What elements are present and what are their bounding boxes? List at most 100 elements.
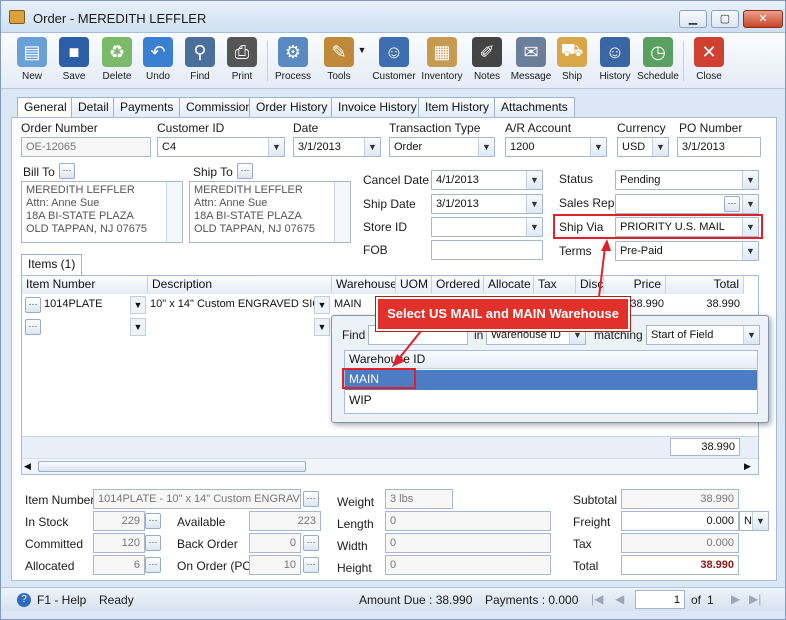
chevron-down-icon[interactable]: ▼ [268, 138, 284, 156]
chevron-down-icon[interactable]: ▼ [742, 242, 758, 260]
first-page-icon[interactable]: |◀ [591, 592, 603, 606]
allocated-lookup-button[interactable]: ··· [145, 557, 161, 573]
tab-order-history[interactable]: Order History [249, 97, 335, 117]
col-disc[interactable]: Disc [576, 276, 604, 294]
schedule-button[interactable]: ◷ Schedule [637, 37, 679, 82]
col-ordered[interactable]: Ordered [432, 276, 484, 294]
new-row-lookup-button[interactable]: ··· [25, 319, 41, 335]
tab-item-history[interactable]: Item History [418, 97, 497, 117]
minimize-button[interactable]: ▁ [679, 10, 707, 28]
currency-field[interactable]: USD ▼ [617, 137, 669, 157]
list-item-wip[interactable]: WIP [345, 391, 757, 411]
tab-attachments[interactable]: Attachments [494, 97, 575, 117]
tab-general[interactable]: General [17, 97, 74, 118]
customer-button[interactable]: ☺ Customer [371, 37, 417, 82]
transaction-type-select[interactable]: Order ▼ [389, 137, 495, 157]
chevron-down-icon[interactable]: ▼ [526, 218, 542, 236]
new-button[interactable]: ▤ New [13, 37, 51, 82]
inventory-button[interactable]: ▦ Inventory [419, 37, 465, 82]
po-number-field[interactable]: 3/1/2013 [677, 137, 761, 157]
delete-button[interactable]: ♻ Delete [97, 37, 137, 82]
page-number-input[interactable]: 1 [635, 590, 685, 609]
ship-date-field[interactable]: 3/1/2013 ▼ [431, 194, 543, 214]
chevron-down-icon[interactable]: ▼ [478, 138, 494, 156]
row-description[interactable]: 10" x 14" Custom ENGRAVED SIG [150, 295, 314, 315]
scroll-thumb[interactable] [38, 461, 306, 472]
close-window-button[interactable]: ✕ [743, 10, 783, 28]
help-icon[interactable]: ? [17, 593, 31, 607]
col-description[interactable]: Description [148, 276, 332, 294]
chevron-down-icon[interactable]: ▼ [526, 195, 542, 213]
tools-button[interactable]: ✎ Tools [317, 37, 361, 82]
on-order-lookup-button[interactable]: ··· [303, 557, 319, 573]
col-uom[interactable]: UOM [396, 276, 432, 294]
in-stock-lookup-button[interactable]: ··· [145, 513, 161, 529]
undo-button[interactable]: ↶ Undo [139, 37, 177, 82]
process-button[interactable]: ⚙ Process [273, 37, 313, 82]
cancel-date-field[interactable]: 4/1/2013 ▼ [431, 170, 543, 190]
terms-select[interactable]: Pre-Paid ▼ [615, 241, 759, 261]
prev-page-icon[interactable]: ◀ [615, 592, 624, 606]
help-link[interactable]: F1 - Help [37, 593, 86, 607]
scrollbar[interactable]: ◀ ▶ [22, 458, 758, 474]
order-number-field[interactable]: OE-12065 [21, 137, 151, 157]
chevron-down-icon[interactable]: ▼ [364, 138, 380, 156]
freight-value[interactable]: 0.000 [621, 511, 739, 531]
fob-field[interactable] [431, 240, 543, 260]
back-order-lookup-button[interactable]: ··· [303, 535, 319, 551]
sales-rep-field[interactable]: ▼ ··· [615, 194, 759, 214]
bill-to-lookup-button[interactable]: ··· [59, 163, 75, 179]
tab-invoice-history[interactable]: Invoice History [331, 97, 424, 117]
chevron-down-icon[interactable]: ▼ [526, 171, 542, 189]
matching-select[interactable]: Start of Field ▼ [646, 325, 760, 345]
print-button[interactable]: ⎙ Print [223, 37, 261, 82]
item-number-lookup-button[interactable]: ··· [303, 491, 319, 507]
col-price[interactable]: Price [604, 276, 666, 294]
chevron-down-icon[interactable]: ▼ [743, 326, 759, 344]
sales-rep-lookup-button[interactable]: ··· [724, 196, 740, 212]
chevron-down-icon[interactable]: ▼ [752, 512, 768, 530]
scrollbar[interactable] [334, 182, 350, 242]
committed-lookup-button[interactable]: ··· [145, 535, 161, 551]
save-button[interactable]: ■ Save [55, 37, 93, 82]
scroll-left-icon[interactable]: ◀ [24, 461, 31, 472]
chevron-down-icon[interactable]: ▼ [130, 318, 146, 336]
history-button[interactable]: ☺ History [595, 37, 635, 82]
col-warehouse-id[interactable]: Warehouse ID [345, 351, 757, 369]
ship-to-lookup-button[interactable]: ··· [237, 163, 253, 179]
bill-to-address[interactable]: MEREDITH LEFFLER Attn: Anne Sue 18A BI-STA… [21, 181, 183, 243]
row-item-number[interactable]: 1014PLATE [44, 295, 144, 315]
col-warehouse[interactable]: Warehouse [332, 276, 396, 294]
ship-button[interactable]: ⛟ Ship [555, 37, 589, 82]
ship-to-address[interactable]: MEREDITH LEFFLER Attn: Anne Sue 18A BI-STA… [189, 181, 351, 243]
last-page-icon[interactable]: ▶| [749, 592, 761, 606]
col-tax[interactable]: Tax [534, 276, 576, 294]
row-lookup-button[interactable]: ··· [25, 297, 41, 313]
freight-code-select[interactable]: N ▼ [739, 511, 769, 531]
notes-button[interactable]: ✐ Notes [467, 37, 507, 82]
chevron-down-icon[interactable]: ▼ [742, 195, 758, 213]
chevron-down-icon[interactable]: ▼ [652, 138, 668, 156]
ar-account-field[interactable]: 1200 ▼ [505, 137, 607, 157]
chevron-down-icon[interactable]: ▼ [314, 296, 330, 314]
tab-payments[interactable]: Payments [113, 97, 181, 117]
message-button[interactable]: ✉ Message [509, 37, 553, 82]
chevron-down-icon[interactable]: ▼ [314, 318, 330, 336]
maximize-button[interactable]: ▢ [711, 10, 739, 28]
tab-items[interactable]: Items (1) [21, 254, 83, 275]
height-value[interactable]: 0 [385, 555, 551, 575]
store-id-field[interactable]: ▼ [431, 217, 543, 237]
status-select[interactable]: Pending ▼ [615, 170, 759, 190]
col-total[interactable]: Total [666, 276, 744, 294]
scrollbar[interactable] [166, 182, 182, 242]
date-field[interactable]: 3/1/2013 ▼ [293, 137, 381, 157]
length-value[interactable]: 0 [385, 511, 551, 531]
scroll-right-icon[interactable]: ▶ [744, 461, 751, 472]
next-page-icon[interactable]: ▶ [731, 592, 740, 606]
width-value[interactable]: 0 [385, 533, 551, 553]
find-button[interactable]: ⚲ Find [181, 37, 219, 82]
col-allocate[interactable]: Allocate [484, 276, 534, 294]
tab-detail[interactable]: Detail [71, 97, 116, 117]
tools-dropdown-icon[interactable]: ▼ [357, 45, 367, 55]
tab-commission[interactable]: Commission [179, 97, 260, 117]
